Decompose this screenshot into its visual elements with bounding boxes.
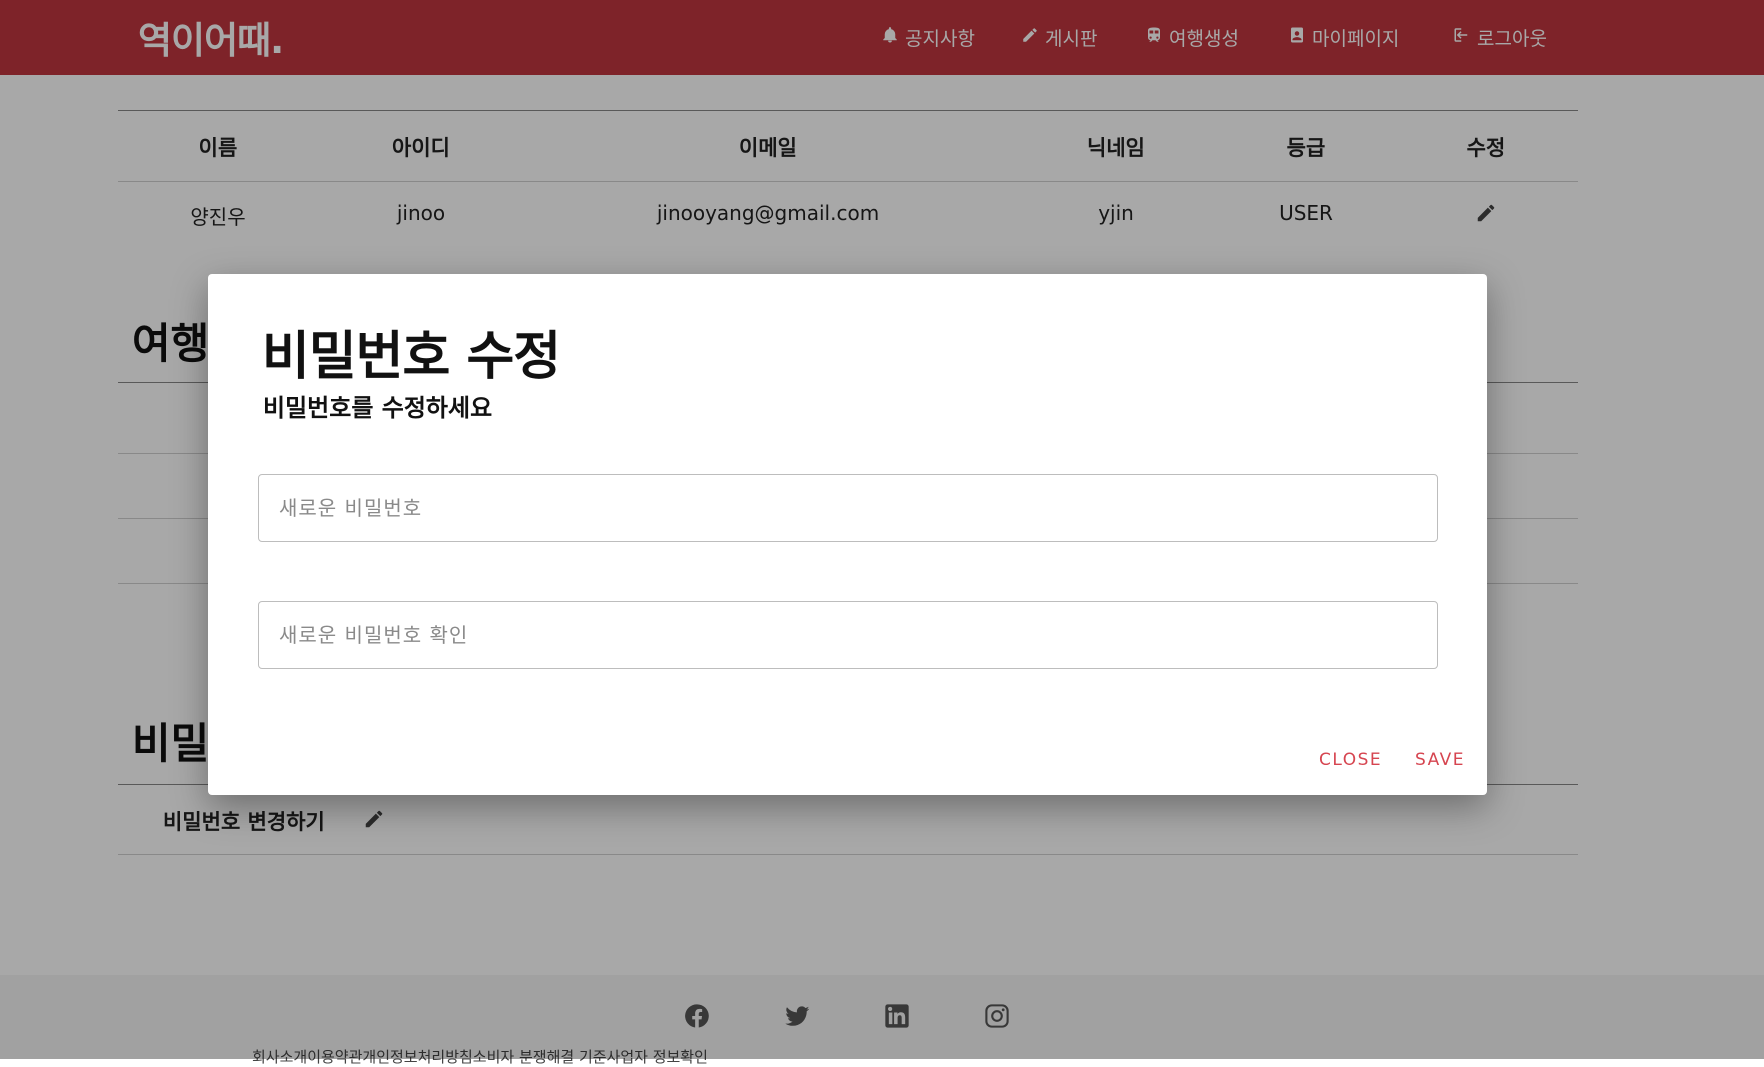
close-button[interactable]: CLOSE xyxy=(1319,750,1382,770)
confirm-password-input[interactable] xyxy=(258,601,1438,669)
new-password-input[interactable] xyxy=(258,474,1438,542)
password-edit-dialog: 비밀번호 수정 비밀번호를 수정하세요 CLOSE SAVE xyxy=(208,274,1487,795)
save-button[interactable]: SAVE xyxy=(1415,750,1465,770)
dialog-subtitle: 비밀번호를 수정하세요 xyxy=(263,394,493,422)
dialog-title: 비밀번호 수정 xyxy=(262,327,561,387)
